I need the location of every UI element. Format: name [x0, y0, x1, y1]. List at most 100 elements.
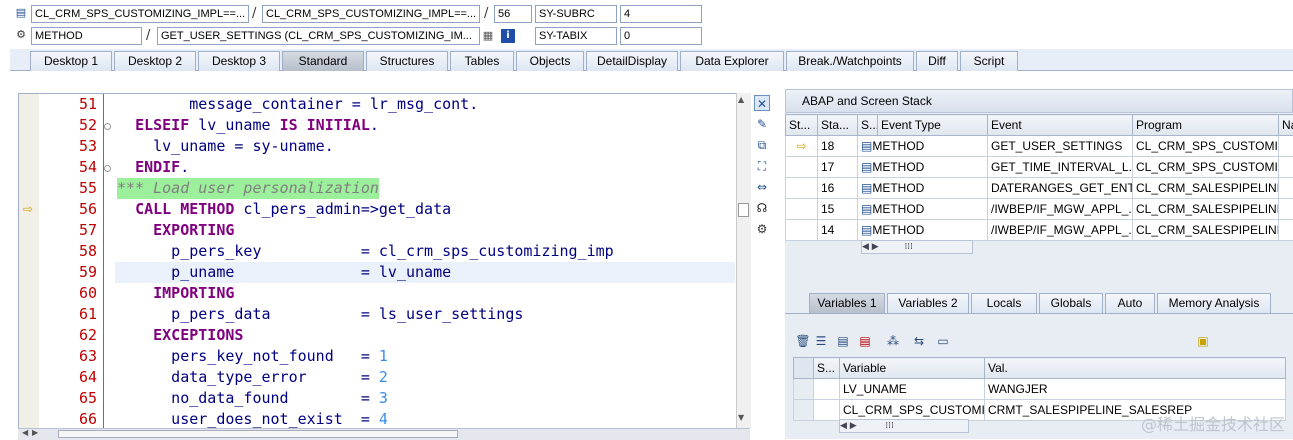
table-row[interactable]: LV_UNAME WANGJER	[794, 379, 1286, 400]
program-cell[interactable]: CL_CRM_SALESPIPELINE...	[1133, 199, 1279, 220]
services-icon[interactable]: ☊	[754, 200, 770, 216]
tab-variables-1[interactable]: Variables 1	[809, 293, 885, 313]
source-code-editor[interactable]: 51 message_container = lr_msg_cont. 52 E…	[18, 93, 750, 439]
code-line-current[interactable]: ⇨ 56 CALL METHOD cl_pers_admin=>get_data	[19, 199, 739, 220]
program-cell[interactable]: CL_CRM_SALESPIPELINE...	[1133, 178, 1279, 199]
sy-subrc-value[interactable]: 4	[620, 5, 702, 23]
save-icon[interactable]: ▣	[1195, 333, 1211, 349]
tab-auto[interactable]: Auto	[1105, 293, 1155, 313]
column-header[interactable]: Event Type	[878, 115, 988, 136]
display-icon[interactable]: ▦	[481, 29, 495, 43]
program-cell[interactable]: CL_CRM_SALESPIPELINE...	[1133, 220, 1279, 241]
include-field[interactable]: CL_CRM_SPS_CUSTOMIZING_IMPL==...	[262, 5, 480, 23]
code-line[interactable]: 63 pers_key_not_found = 1	[19, 346, 739, 367]
column-header[interactable]: Na	[1279, 115, 1293, 136]
scroll-thumb[interactable]	[58, 430, 458, 438]
table-row[interactable]: ⇨ 18 ▤METHOD GET_USER_SETTINGS CL_CRM_SP…	[786, 136, 1293, 157]
code-line[interactable]: 55 *** Load user personalization	[19, 178, 739, 199]
editor-horizontal-scrollbar[interactable]: ◀ ▶	[18, 428, 750, 440]
event-cell[interactable]: DATERANGES_GET_ENT...	[988, 178, 1133, 199]
tab-break-watchpoints[interactable]: Break./Watchpoints	[786, 51, 914, 71]
table-row[interactable]: 15 ▤METHOD /IWBEP/IF_MGW_APPL_... CL_CRM…	[786, 199, 1293, 220]
replace-tool-icon[interactable]: ⧉	[754, 137, 770, 153]
tab-structures[interactable]: Structures	[366, 51, 448, 71]
tab-memory-analysis[interactable]: Memory Analysis	[1157, 293, 1271, 313]
transfer-icon[interactable]: ⇆	[911, 333, 927, 349]
variable-name-cell[interactable]: LV_UNAME	[840, 379, 985, 400]
tab-objects[interactable]: Objects	[516, 51, 584, 71]
table-row[interactable]: 14 ▤METHOD /IWBEP/IF_MGW_APPL_... CL_CRM…	[786, 220, 1293, 241]
event-type-field[interactable]: METHOD	[31, 27, 142, 45]
stack-horizontal-scrollbar[interactable]: ◀ ▶ ⁞⁞⁞	[861, 240, 973, 254]
table-row[interactable]: 16 ▤METHOD DATERANGES_GET_ENT... CL_CRM_…	[786, 178, 1293, 199]
export-icon[interactable]: ▤	[857, 333, 873, 349]
scroll-up-icon[interactable]: ▲	[738, 95, 744, 104]
sy-tabix-value[interactable]: 0	[620, 27, 702, 45]
event-cell[interactable]: GET_USER_SETTINGS	[988, 136, 1133, 157]
scroll-down-icon[interactable]: ▼	[738, 413, 744, 422]
code-line[interactable]: 54 ENDIF.	[19, 157, 739, 178]
delete-icon[interactable]: 🗑	[795, 333, 811, 349]
scroll-left-icon[interactable]: ◀	[22, 428, 28, 437]
code-line[interactable]: 61 p_pers_data = ls_user_settings	[19, 304, 739, 325]
line-number: 53	[39, 136, 97, 157]
tab-desktop-2[interactable]: Desktop 2	[114, 51, 196, 71]
tab-data-explorer[interactable]: Data Explorer	[680, 51, 784, 71]
tab-locals[interactable]: Locals	[971, 293, 1037, 313]
settings-icon[interactable]: ⚙	[754, 221, 770, 237]
event-cell[interactable]: GET_TIME_INTERVAL_L...	[988, 157, 1133, 178]
code-line[interactable]: 65 no_data_found = 3	[19, 388, 739, 409]
line-number: 52	[39, 115, 97, 136]
import-icon[interactable]: ▤	[835, 333, 851, 349]
info-icon[interactable]: i	[501, 29, 515, 43]
table-row[interactable]: 17 ▤METHOD GET_TIME_INTERVAL_L... CL_CRM…	[786, 157, 1293, 178]
code-line[interactable]: 64 data_type_error = 2	[19, 367, 739, 388]
program-cell[interactable]: CL_CRM_SPS_CUSTOMIZ...	[1133, 136, 1279, 157]
event-name-field[interactable]: GET_USER_SETTINGS (CL_CRM_SPS_CUSTOMIZIN…	[157, 27, 480, 45]
tab-globals[interactable]: Globals	[1039, 293, 1103, 313]
code-line[interactable]: 62 EXCEPTIONS	[19, 325, 739, 346]
column-header[interactable]: Sta...	[818, 115, 858, 136]
editor-vertical-scrollbar[interactable]: ▲ ▼	[736, 93, 751, 428]
tab-variables-2[interactable]: Variables 2	[887, 293, 969, 313]
scroll-right-icon[interactable]: ▶	[32, 428, 38, 437]
column-header[interactable]: Program	[1133, 115, 1279, 136]
column-header[interactable]: S...	[814, 358, 840, 379]
program-cell[interactable]: CL_CRM_SPS_CUSTOMIZ...	[1133, 157, 1279, 178]
code-line[interactable]: 53 lv_uname = sy-uname.	[19, 136, 739, 157]
column-header[interactable]: Event	[988, 115, 1133, 136]
variable-name-cell[interactable]: CL_CRM_SPS_CUSTOMIZ...	[840, 400, 985, 421]
tab-tables[interactable]: Tables	[450, 51, 514, 71]
column-header[interactable]: S...	[858, 115, 878, 136]
folder-icon[interactable]: ▭	[935, 333, 951, 349]
list-icon[interactable]: ☰	[813, 333, 829, 349]
code-line[interactable]: 51 message_container = lr_msg_cont.	[19, 94, 739, 115]
tab-standard[interactable]: Standard	[282, 51, 364, 71]
variable-value-cell[interactable]: WANGJER	[985, 379, 1286, 400]
tab-script[interactable]: Script	[960, 51, 1018, 71]
event-cell[interactable]: /IWBEP/IF_MGW_APPL_...	[988, 199, 1133, 220]
code-line[interactable]: 58 p_pers_key = cl_crm_sps_customizing_i…	[19, 241, 739, 262]
program-field[interactable]: CL_CRM_SPS_CUSTOMIZING_IMPL==...	[31, 5, 249, 23]
hierarchy-icon[interactable]: ⁂	[885, 333, 901, 349]
tab-diff[interactable]: Diff	[916, 51, 958, 71]
tab-desktop-3[interactable]: Desktop 3	[198, 51, 280, 71]
tab-detail-display[interactable]: DetailDisplay	[586, 51, 678, 71]
tab-desktop-1[interactable]: Desktop 1	[30, 51, 112, 71]
new-tool-icon[interactable]: ✎	[754, 116, 770, 132]
code-line[interactable]: 57 EXPORTING	[19, 220, 739, 241]
scroll-thumb[interactable]	[738, 203, 749, 217]
event-cell[interactable]: /IWBEP/IF_MGW_APPL_...	[988, 220, 1133, 241]
variables-horizontal-scrollbar[interactable]: ◀ ▶ ⁞⁞⁞	[839, 419, 969, 433]
line-number-field[interactable]: 56	[494, 5, 532, 23]
column-header[interactable]: Variable	[840, 358, 985, 379]
code-line[interactable]: 59 p_uname = lv_uname	[19, 262, 739, 283]
column-header[interactable]: Val.	[985, 358, 1286, 379]
column-header[interactable]: St...	[786, 115, 818, 136]
close-icon[interactable]: ✕	[754, 95, 770, 111]
swap-icon[interactable]: ⇔	[754, 179, 770, 195]
code-line[interactable]: 52 ELSEIF lv_uname IS INITIAL.	[19, 115, 739, 136]
maximize-icon[interactable]: ⛶	[754, 158, 770, 174]
code-line[interactable]: 60 IMPORTING	[19, 283, 739, 304]
code-line[interactable]: 66 user_does_not_exist = 4	[19, 409, 739, 430]
